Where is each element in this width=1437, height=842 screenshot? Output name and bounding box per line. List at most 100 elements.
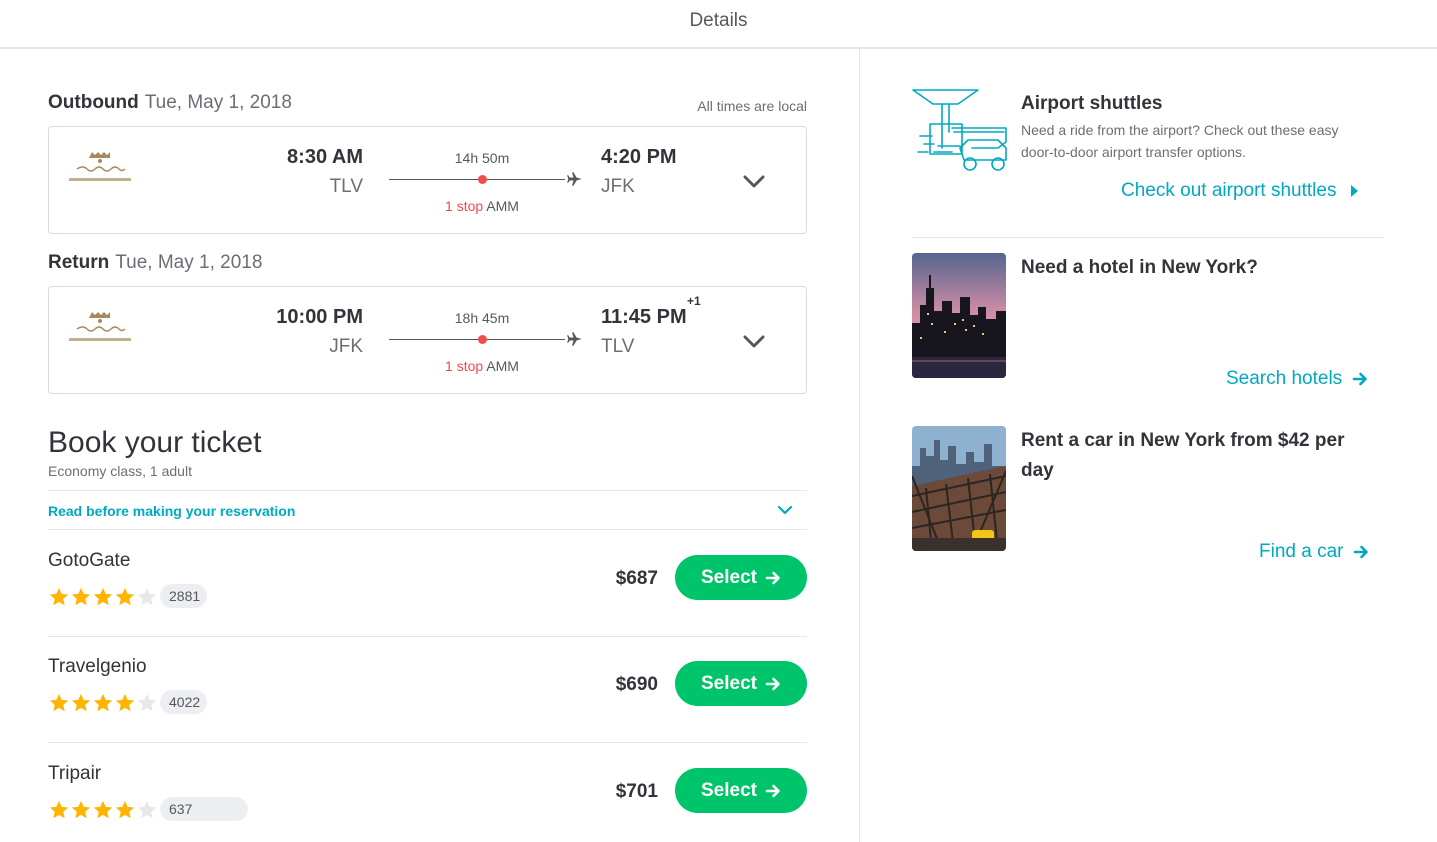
stop-dot (478, 335, 487, 344)
agent-name: GotoGate (48, 550, 131, 571)
hotel-card: Need a hotel in New York? Search hotels (912, 253, 1384, 393)
review-count[interactable]: 637 (160, 797, 248, 821)
shuttles-desc-line-1: Need a ride from the airport? Check out … (1021, 122, 1339, 138)
agent-name: Tripair (48, 763, 102, 784)
royal-jordanian-logo (69, 152, 131, 181)
departure-airport: JFK (329, 336, 363, 357)
route-line (389, 179, 565, 180)
caret-right-icon (1351, 185, 1359, 197)
agent-row: Travelgenio 4022 $690 Select (48, 636, 807, 743)
star-icon (49, 587, 69, 606)
departure-time: 10:00 PM (276, 306, 363, 328)
top-bar: Details (0, 0, 1437, 49)
times-note: All times are local (697, 98, 807, 114)
arrow-right-icon (1352, 372, 1367, 386)
next-day-badge: +1 (687, 294, 701, 308)
star-empty-icon (137, 693, 157, 712)
agent-row: GotoGate 2881 $687 Select (48, 530, 807, 637)
agent-price: $701 (615, 781, 658, 802)
agent-row: Tripair 637 $701 Select (48, 743, 807, 842)
return-label: Return (48, 252, 110, 273)
brooklyn-bridge-image (912, 426, 1006, 551)
shuttles-title: Airport shuttles (1021, 93, 1163, 114)
arrow-right-icon (765, 677, 780, 690)
agent-name: Travelgenio (48, 656, 147, 677)
flight-duration: 18h 45m (454, 310, 510, 326)
stop-count: 1 stop (445, 198, 484, 214)
star-icon (71, 800, 91, 819)
star-empty-icon (137, 800, 157, 819)
search-hotels-label: Search hotels (1226, 368, 1343, 389)
return-date: Tue, May 1, 2018 (115, 252, 263, 273)
arrow-right-icon (1354, 545, 1369, 559)
search-hotels-link[interactable]: Search hotels (1226, 368, 1368, 390)
outbound-label: Outbound (48, 92, 139, 113)
agent-price: $690 (615, 674, 658, 695)
read-before-label: Read before making your reservation (48, 503, 296, 519)
stops-info: 1 stop AMM (389, 198, 575, 214)
review-count[interactable]: 2881 (160, 584, 208, 608)
shuttle-bus-icon (912, 89, 1007, 171)
star-icon (115, 800, 135, 819)
star-icon (93, 587, 113, 606)
rating-stars (48, 586, 158, 608)
read-before-reservation-toggle[interactable]: Read before making your reservation (48, 490, 807, 530)
check-airport-shuttles-link[interactable]: Check out airport shuttles (1121, 180, 1362, 202)
stop-airport: AMM (486, 358, 519, 374)
select-button[interactable]: Select (675, 768, 807, 813)
select-button-label: Select (701, 779, 757, 801)
star-icon (93, 693, 113, 712)
route-line (389, 339, 565, 340)
star-icon (71, 693, 91, 712)
find-a-car-link[interactable]: Find a car (1259, 541, 1369, 563)
agent-price: $687 (615, 568, 658, 589)
arrival-time: 11:45 PM (601, 306, 687, 328)
car-title-line-1: Rent a car in New York from $42 per (1021, 430, 1345, 451)
arrival-airport: JFK (601, 176, 635, 197)
book-ticket-heading: Book your ticket (48, 426, 262, 459)
return-flight-card[interactable]: 10:00 PM JFK 18h 45m 1 stop AMM 11:45 PM… (48, 286, 807, 394)
review-count[interactable]: 4022 (160, 690, 208, 714)
cabin-passengers: Economy class, 1 adult (48, 463, 192, 479)
star-icon (115, 693, 135, 712)
chevron-down-icon[interactable] (743, 175, 765, 189)
stop-count: 1 stop (445, 358, 484, 374)
page-title: Details (689, 10, 748, 31)
arrow-right-icon (765, 571, 780, 584)
outbound-heading: Outbound Tue, May 1, 2018 (48, 92, 292, 114)
airport-shuttles-card: Airport shuttles Need a ride from the ai… (912, 88, 1384, 218)
departure-time: 8:30 AM (287, 146, 363, 168)
select-button[interactable]: Select (675, 555, 807, 600)
chevron-down-icon (777, 505, 793, 515)
arrow-right-icon (765, 784, 780, 797)
column-divider (859, 49, 860, 842)
rating-stars (48, 799, 158, 821)
find-car-label: Find a car (1259, 541, 1344, 562)
stop-dot (478, 175, 487, 184)
star-icon (93, 800, 113, 819)
arrival-time: 4:20 PM (601, 146, 677, 168)
airplane-icon (567, 172, 582, 186)
stop-airport: AMM (486, 198, 519, 214)
outbound-date: Tue, May 1, 2018 (144, 92, 292, 113)
select-button-label: Select (701, 672, 757, 694)
star-icon (49, 800, 69, 819)
flight-duration: 14h 50m (454, 150, 510, 166)
shuttles-desc-line-2: door-to-door airport transfer options. (1021, 144, 1246, 160)
car-title-line-2: day (1021, 460, 1054, 481)
stops-info: 1 stop AMM (389, 358, 575, 374)
chevron-down-icon[interactable] (743, 335, 765, 349)
select-button-label: Select (701, 566, 757, 588)
star-icon (71, 587, 91, 606)
outbound-flight-card[interactable]: 8:30 AM TLV 14h 50m 1 stop AMM 4:20 PM J… (48, 126, 807, 234)
star-empty-icon (137, 587, 157, 606)
airplane-icon (567, 332, 582, 346)
hotel-title: Need a hotel in New York? (1021, 257, 1258, 278)
star-icon (49, 693, 69, 712)
new-york-skyline-image (912, 253, 1006, 378)
star-icon (115, 587, 135, 606)
select-button[interactable]: Select (675, 661, 807, 706)
return-heading: Return Tue, May 1, 2018 (48, 252, 262, 274)
sidebar-divider (912, 237, 1384, 238)
arrival-airport: TLV (601, 336, 635, 357)
